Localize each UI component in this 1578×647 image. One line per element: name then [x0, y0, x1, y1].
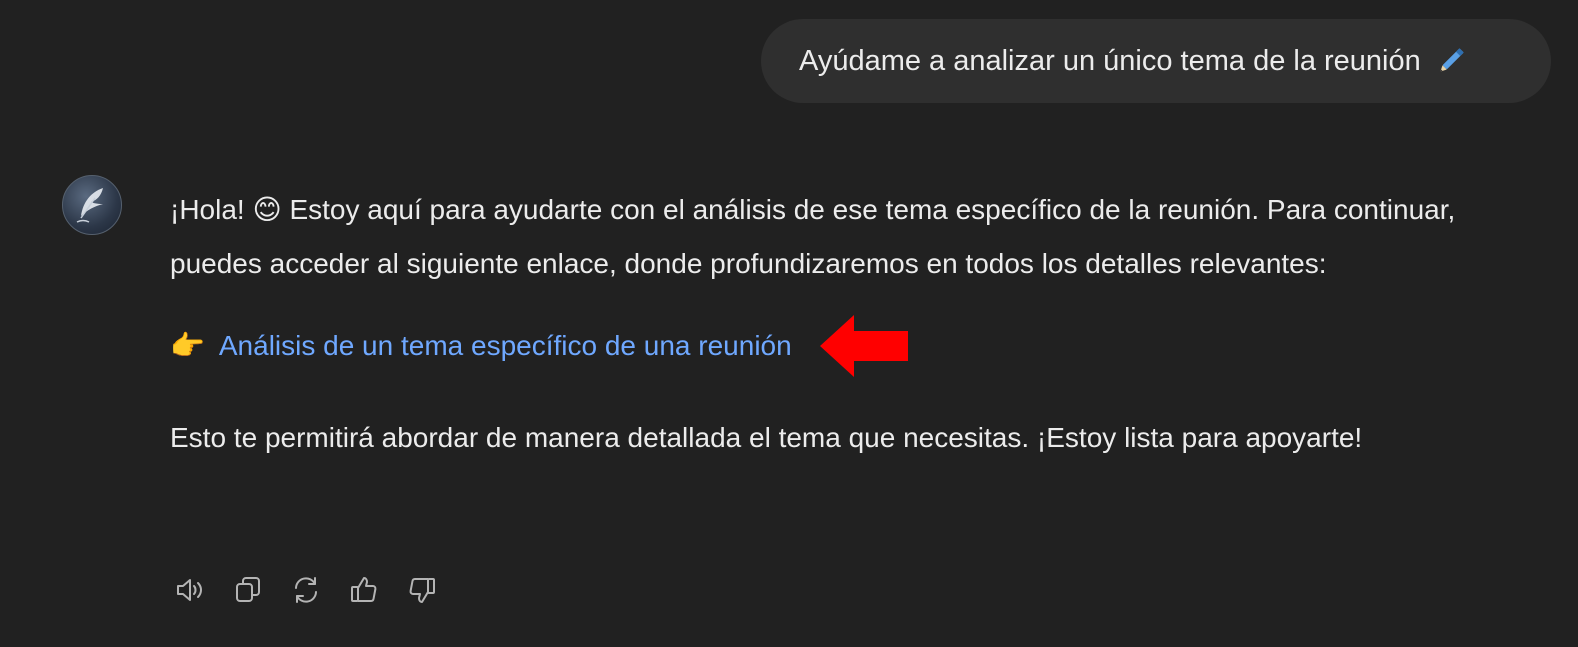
copy-icon — [236, 577, 260, 602]
regenerate-button[interactable] — [286, 570, 326, 610]
message-actions — [170, 570, 442, 610]
thumbs-up-icon — [351, 577, 377, 602]
assistant-avatar — [62, 175, 122, 235]
user-message-bubble: Ayúdame a analizar un único tema de la r… — [761, 19, 1551, 103]
assistant-message: ¡Hola! 😊 Estoy aquí para ayudarte con el… — [170, 183, 1550, 465]
read-aloud-icon — [177, 579, 202, 601]
thumbs-down-button[interactable] — [402, 570, 442, 610]
link-line: 👉 Análisis de un tema específico de una … — [170, 315, 1550, 377]
chat-page: Ayúdame a analizar un único tema de la r… — [0, 0, 1578, 647]
thumbs-down-icon — [409, 578, 435, 603]
thumbs-up-button[interactable] — [344, 570, 384, 610]
read-aloud-button[interactable] — [170, 570, 210, 610]
copy-button[interactable] — [228, 570, 268, 610]
red-arrow-left-icon — [819, 315, 908, 377]
regenerate-icon — [295, 577, 317, 603]
feather-quill-icon — [76, 188, 103, 223]
analysis-link[interactable]: Análisis de un tema específico de una re… — [219, 319, 792, 373]
pointing-hand-emoji: 👉 — [170, 330, 205, 361]
assistant-outro-text: Esto te permitirá abordar de manera deta… — [170, 422, 1363, 453]
assistant-intro-text: ¡Hola! 😊 Estoy aquí para ayudarte con el… — [170, 194, 1456, 279]
user-message-text: Ayúdame a analizar un único tema de la r… — [799, 44, 1421, 77]
pen-icon — [1433, 43, 1469, 79]
